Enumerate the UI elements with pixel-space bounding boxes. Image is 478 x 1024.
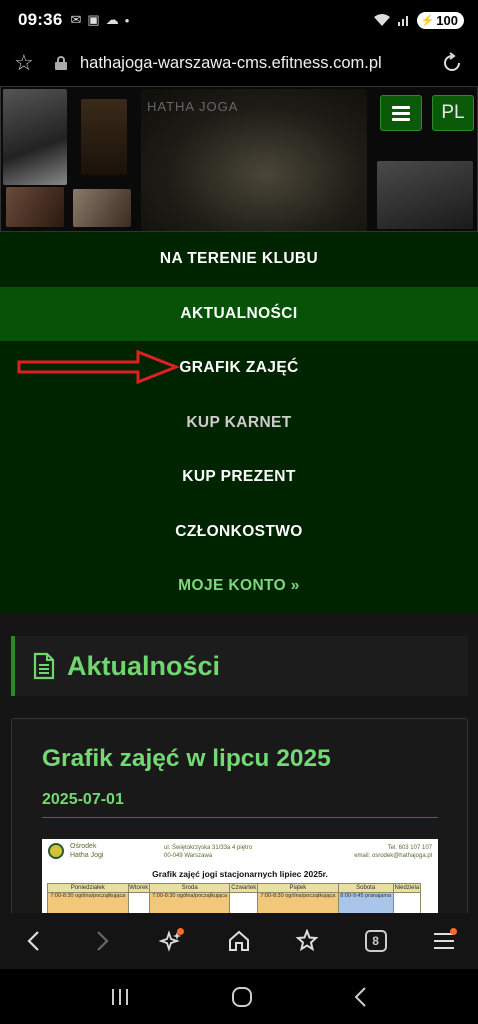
nav-item-kup-prezent[interactable]: KUP PREZENT [0,450,478,505]
system-navigation-bar [0,969,478,1024]
recent-apps-icon[interactable] [109,987,131,1007]
bookmarks-icon [295,929,319,952]
yoga-photo-1 [3,89,67,185]
back-button[interactable] [14,921,54,961]
bookmarks-button[interactable] [287,921,327,961]
red-arrow-annotation [17,349,181,385]
signal-icon [397,16,408,26]
forward-icon [97,931,109,951]
yoga-photo-5 [377,161,473,229]
status-bar: 09:36 ✉ ▣ ☁ • ⚡ 100 [0,0,478,40]
yoga-photo-3 [6,187,64,227]
day-header: Czwartek [229,883,259,893]
forward-button[interactable] [82,921,122,961]
schedule-cell: 7:00-8:30 ogólna/początkująca [148,892,231,913]
ai-assistant-button[interactable] [151,921,191,961]
schedule-address: ul. Świętokrzyska 31/33a 4 piętro 00-049… [164,845,253,859]
day-header: Sobota [337,883,394,893]
cloud-icon: ☁ [105,12,119,27]
schedule-org: Ośrodek Hatha Jogi [70,843,104,859]
wifi-icon [373,14,390,26]
tabs-button[interactable]: 8 [356,921,396,961]
charging-icon: ⚡ [420,14,435,27]
schedule-cell [392,892,422,913]
tab-count: 8 [364,930,387,952]
language-button[interactable]: PL [432,95,474,131]
day-header: Piątek [257,883,339,893]
yoga-photo-4 [73,189,131,227]
back-nav-icon[interactable] [353,986,369,1008]
gmail-icon: ✉ [70,12,82,27]
header-banner: HATHA JOGA PL [0,86,478,232]
schedule-cell [127,892,150,913]
post-date: 2025-07-01 [42,791,124,808]
schedule-contact: Tel. 603 107 107 email: osrodek@hathajog… [354,845,432,859]
notification-dot [449,928,457,935]
section-header: Aktualności [11,636,468,696]
section-title: Aktualności [67,650,221,681]
schedule-cell: 7:00-8:30 ogólna/początkująca [257,892,339,913]
lock-icon[interactable] [54,56,68,70]
nav-item-kup-karnet[interactable]: KUP KARNET [0,396,478,451]
nav-item-czlonkostwo[interactable]: CZŁONKOSTWO [0,505,478,560]
post-title[interactable]: Grafik zajęć w lipcu 2025 [42,745,331,773]
club-logo [48,843,64,859]
main-navigation: NA TERENIE KLUBU AKTUALNOŚCI GRAFIK ZAJĘ… [0,232,478,613]
divider [42,817,438,818]
url-text[interactable]: hathajoga-warszawa-cms.efitness.com.pl [80,54,410,73]
browser-toolbar: 8 [0,913,478,969]
schedule-title: Grafik zajęć jogi stacjonarnych lipiec 2… [152,869,328,879]
home-icon [228,930,249,951]
back-icon [27,931,39,951]
schedule-image[interactable]: Ośrodek Hatha Jogi ul. Świętokrzyska 31/… [42,839,438,913]
home-nav-icon[interactable] [230,985,254,1009]
nav-item-na-terenie-klubu[interactable]: NA TERENIE KLUBU [0,232,478,287]
clock: 09:36 [18,10,63,29]
schedule-table: Poniedziałek Wtorek Środa Czwartek Piąte… [47,883,422,913]
hamburger-menu-button[interactable] [380,95,422,131]
screenshot-icon: ▣ [87,12,100,27]
battery-indicator: ⚡ 100 [416,11,464,29]
reload-icon[interactable] [440,51,464,75]
schedule-cell [229,892,259,913]
home-button[interactable] [219,921,259,961]
schedule-cell: 8:00-9:45 pranajama [337,892,394,913]
day-header: Poniedziałek [47,883,129,893]
day-header: Niedziela [392,883,422,893]
address-bar: ☆ hathajoga-warszawa-cms.efitness.com.pl [0,40,478,86]
browser-menu-button[interactable] [424,921,464,961]
notification-icons: ✉ ▣ ☁ • [70,12,129,28]
notification-dot [176,928,184,935]
nav-item-aktualnosci[interactable]: AKTUALNOŚCI [0,286,478,341]
yoga-photo-2 [81,99,127,175]
banner-title: HATHA JOGA [147,99,239,114]
document-icon [33,652,55,680]
day-header: Środa [148,883,231,893]
news-post: Grafik zajęć w lipcu 2025 2025-07-01 Ośr… [11,718,468,913]
nav-item-moje-konto[interactable]: MOJE KONTO » [0,559,478,614]
dot-icon: • [124,12,130,28]
day-header: Wtorek [127,883,150,893]
schedule-cell: 7:00-8:30 ogólna/początkująca [47,892,129,913]
web-page: HATHA JOGA PL NA TERENIE KLUBU AKTUALNOŚ… [0,86,478,913]
bookmark-star-icon[interactable]: ☆ [14,50,42,76]
